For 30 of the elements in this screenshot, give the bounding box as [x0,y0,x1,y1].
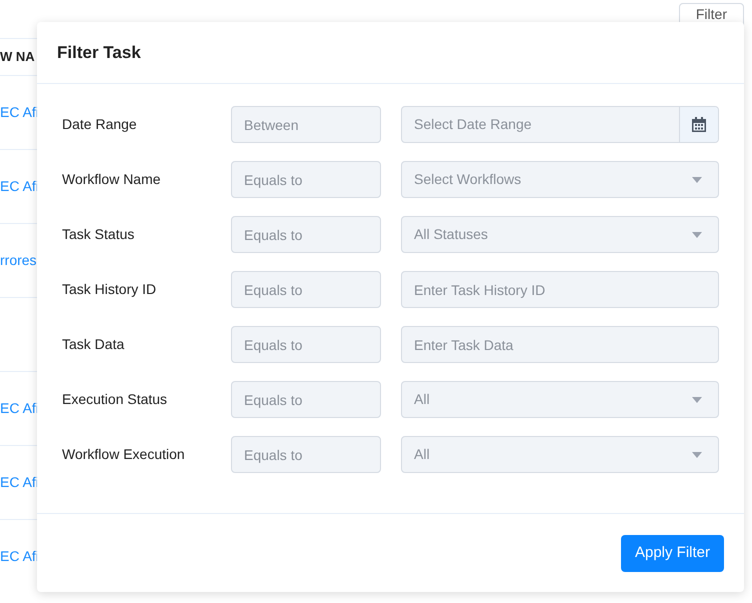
column-header: W NA [0,48,35,66]
select-field[interactable]: All Statuses [401,216,719,253]
caret-icon [692,452,702,458]
field-label: Task Status [62,225,136,244]
calendar-icon [692,117,706,132]
dialog-title: Filter Task [57,42,141,64]
caret-icon [692,176,702,182]
field-label: Workflow Name [62,170,162,189]
field-label: Workflow Execution [62,445,186,464]
field-label: Task Data [62,335,126,354]
apply-filter-button[interactable]: Apply Filter [620,534,724,572]
caret-icon [692,232,702,238]
text-field[interactable]: Enter Task Data [401,326,719,363]
date-range-field[interactable]: Select Date Range [401,106,719,143]
operator-field[interactable]: Equals to [231,271,381,308]
field-label: Date Range [62,115,138,134]
field-label: Task History ID [62,280,158,299]
operator-field[interactable]: Equals to [231,381,381,418]
select-field[interactable]: All [401,381,719,418]
field-label: Execution Status [62,390,168,409]
operator-field[interactable]: Between [231,106,381,143]
operator-field[interactable]: Equals to [231,436,381,473]
select-field[interactable]: All [401,436,719,473]
operator-field[interactable]: Equals to [231,326,381,363]
text-field[interactable]: Enter Task History ID [401,271,719,308]
caret-icon [692,396,702,402]
operator-field[interactable]: Equals to [231,161,381,198]
select-field[interactable]: Select Workflows [401,161,719,198]
table-link[interactable]: rrores [0,250,37,271]
operator-field[interactable]: Equals to [231,216,381,253]
